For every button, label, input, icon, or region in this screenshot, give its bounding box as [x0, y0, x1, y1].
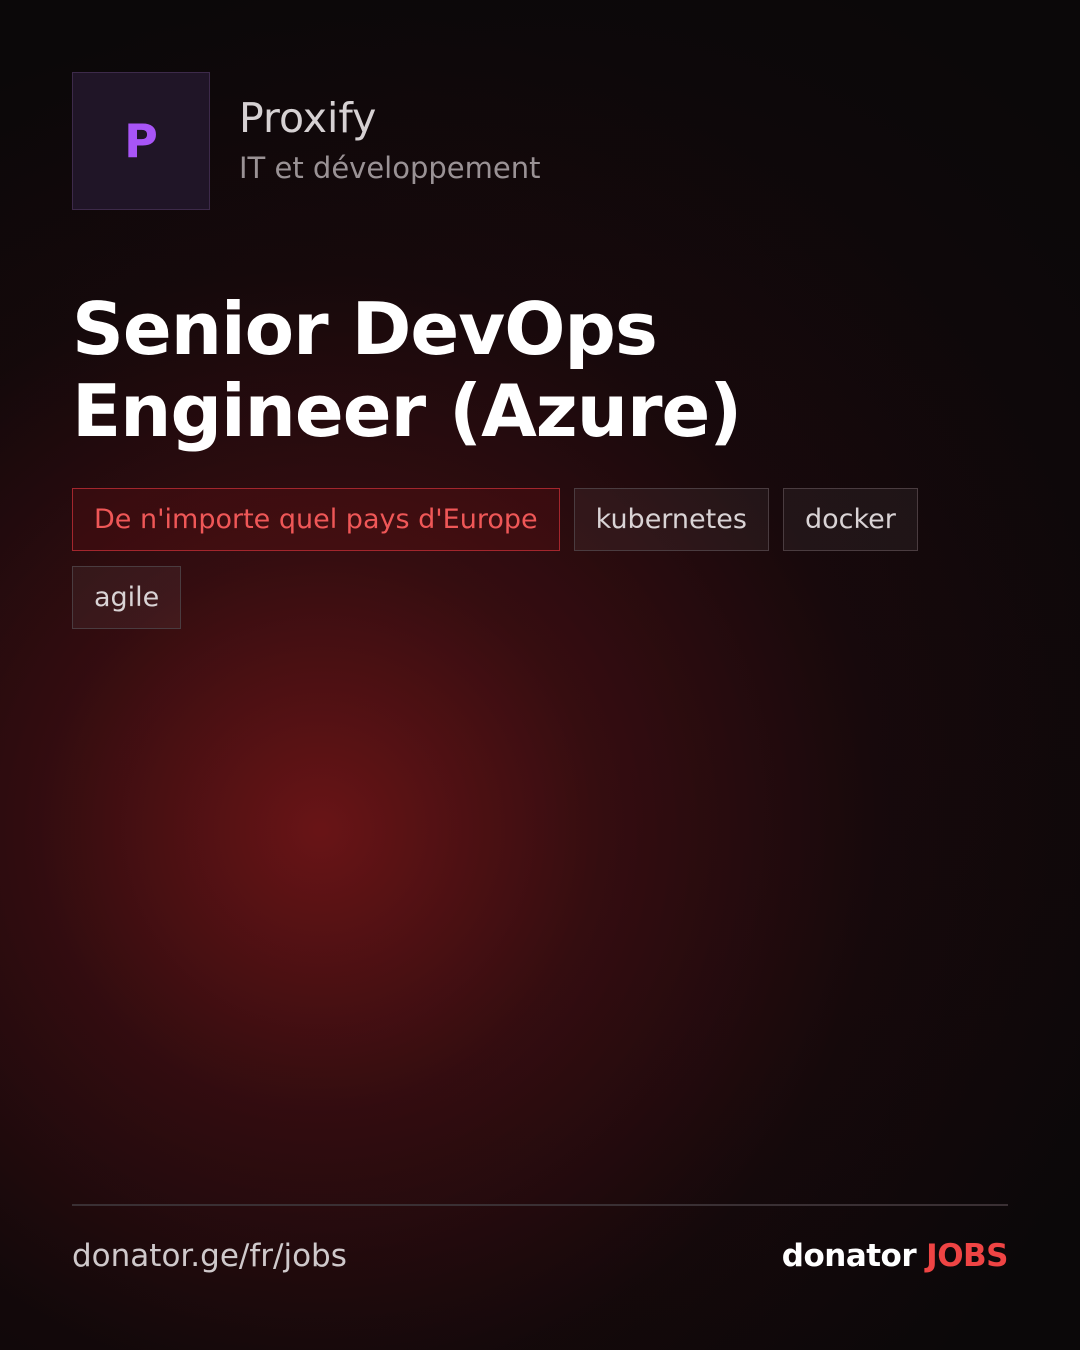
location-tag: De n'importe quel pays d'Europe: [72, 488, 560, 551]
footer-divider: [72, 1204, 1008, 1206]
company-category: IT et développement: [239, 151, 541, 185]
footer-url: donator.ge/fr/jobs: [72, 1238, 347, 1274]
company-logo-letter: P: [124, 114, 158, 168]
brand-accent: JOBS: [926, 1238, 1008, 1274]
company-name: Proxify: [239, 94, 377, 142]
brand-logo: donator JOBS: [781, 1234, 1009, 1278]
skill-tag-kubernetes: kubernetes: [573, 488, 769, 551]
skill-tag-agile: agile: [72, 566, 182, 629]
brand-name: donator: [781, 1238, 917, 1274]
company-info: Proxify IT et développement: [239, 92, 540, 188]
job-title: Senior DevOps Engineer (Azure): [72, 287, 742, 453]
skill-tag-docker: docker: [782, 488, 918, 551]
job-card: P Proxify IT et développement Senior Dev…: [0, 0, 1080, 1350]
tag-list: De n'importe quel pays d'Europe kubernet…: [72, 488, 972, 629]
company-logo: P: [72, 72, 210, 210]
company-header: P Proxify IT et développement: [72, 72, 540, 210]
